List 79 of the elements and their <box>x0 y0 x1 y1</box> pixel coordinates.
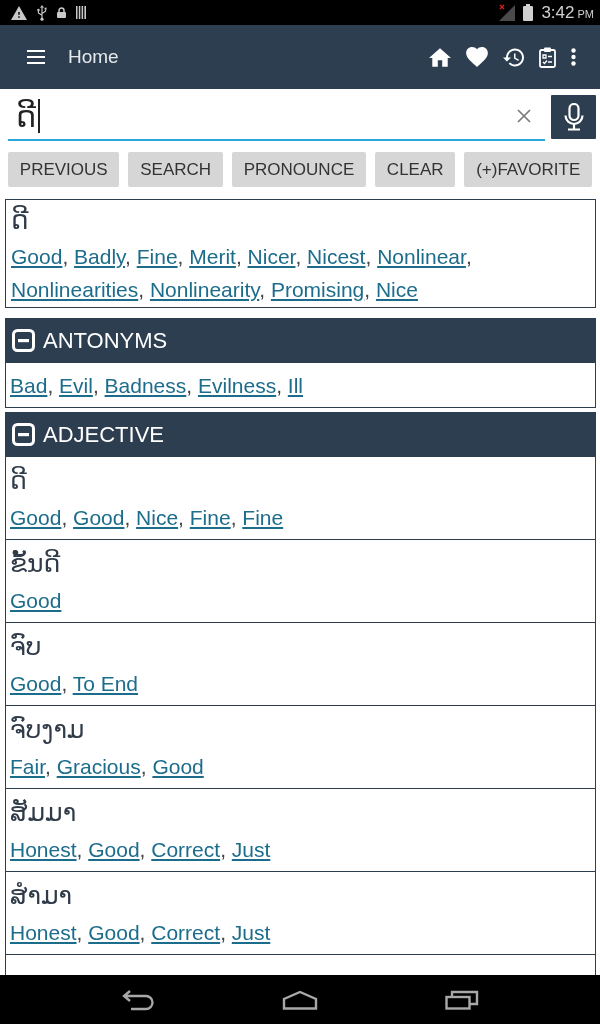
clipboard-icon[interactable] <box>539 46 556 68</box>
translation-link[interactable]: Merit <box>189 245 236 268</box>
no-signal-icon <box>499 4 516 21</box>
lao-word: ສຳມາ <box>10 880 74 911</box>
translation-list: Bad, Evil, Badness, Evilness, Ill <box>10 367 590 405</box>
translation-link[interactable]: Just <box>231 838 271 861</box>
back-icon[interactable] <box>121 988 155 1011</box>
translation-link[interactable]: Bad <box>10 374 48 397</box>
home-icon[interactable] <box>429 47 451 67</box>
translation-link[interactable]: Gracious <box>56 755 141 778</box>
heart-icon[interactable] <box>466 47 488 67</box>
barcode-icon <box>76 6 86 19</box>
translation-link[interactable]: Good <box>10 589 62 612</box>
action-button[interactable]: SEARCH <box>128 152 223 187</box>
warning-icon <box>11 5 27 20</box>
translation-link[interactable]: Nice <box>375 278 418 301</box>
lao-word: ຈົບ <box>10 631 43 662</box>
translation-link[interactable]: Fine <box>136 245 178 268</box>
translation-link[interactable]: Nicest <box>307 245 366 268</box>
translation-list: Good, Badly, Fine, Merit, Nicer, Nicest, Nonlinear, Nonlinearities, Nonlinearity, Promising, Nice <box>11 240 591 306</box>
translation-link[interactable]: Fair <box>10 755 45 778</box>
section-header[interactable]: ANTONYMS <box>5 318 596 363</box>
translation-list: Fair, Gracious, Good <box>10 748 590 786</box>
translation-list: Good, Good, Nice, Fine, Fine <box>10 499 590 537</box>
lock-icon <box>57 7 66 18</box>
translation-list: Good, To End <box>10 665 590 703</box>
translation-link[interactable]: Honest <box>10 838 77 861</box>
history-icon[interactable] <box>503 47 524 67</box>
translation-list: Honest, Good, Correct, Just <box>10 914 590 952</box>
translation-link[interactable]: Good <box>152 755 204 778</box>
status-time: 3:42 <box>541 2 575 23</box>
translation-link[interactable]: Good <box>73 506 125 529</box>
mic-button[interactable] <box>551 95 596 139</box>
translation-link[interactable]: Evilness <box>197 374 277 397</box>
translation-link[interactable]: Correct <box>151 921 221 944</box>
action-button[interactable]: PRONOUNCE <box>231 152 367 187</box>
app-title: Home <box>68 46 119 68</box>
microphone-icon <box>563 103 584 131</box>
translation-link[interactable]: Good <box>11 245 63 268</box>
translation-link[interactable]: Good <box>88 838 140 861</box>
translation-link[interactable]: Badly <box>74 245 126 268</box>
action-button[interactable]: (+)FAVORITE <box>464 152 593 187</box>
close-icon[interactable] <box>517 109 531 123</box>
translation-link[interactable]: Nonlinearities <box>11 278 139 301</box>
more-icon[interactable] <box>571 48 576 66</box>
lao-word: ດີ <box>10 465 28 496</box>
status-meridiem: PM <box>577 7 594 20</box>
translation-link[interactable]: Nicer <box>247 245 296 268</box>
lao-word: ສັມມາ <box>10 797 78 828</box>
battery-icon <box>523 4 534 21</box>
recent-apps-icon[interactable] <box>445 989 479 1010</box>
translation-link[interactable]: Nonlinearity <box>149 278 260 301</box>
translation-link[interactable]: Good <box>88 921 140 944</box>
search-field[interactable]: ດີ <box>8 93 545 141</box>
translation-link[interactable]: Just <box>231 921 271 944</box>
usb-icon <box>37 4 47 21</box>
translation-link[interactable]: Badness <box>104 374 187 397</box>
translation-link[interactable]: Good <box>10 672 62 695</box>
translation-link[interactable]: Fine <box>242 506 284 529</box>
translation-link[interactable]: Evil <box>59 374 93 397</box>
home-outline-icon[interactable] <box>282 989 318 1010</box>
text-cursor <box>38 99 41 133</box>
lao-word: ຂັ້ນດີ <box>10 548 62 579</box>
menu-icon[interactable] <box>27 50 45 64</box>
lao-word: ຈົບງາມ <box>10 714 86 746</box>
translation-link[interactable]: Nice <box>136 506 179 529</box>
lao-word: ດີ <box>11 204 30 237</box>
translation-link[interactable]: Good <box>10 506 62 529</box>
translation-link[interactable]: Promising <box>270 278 365 301</box>
action-button[interactable]: PREVIOUS <box>8 152 120 187</box>
translation-link[interactable]: Fine <box>189 506 231 529</box>
translation-link[interactable]: Nonlinear <box>377 245 466 268</box>
translation-link[interactable]: Honest <box>10 921 77 944</box>
action-button[interactable]: CLEAR <box>375 152 456 187</box>
section-header[interactable]: ADJECTIVE <box>5 412 596 457</box>
translation-list: Honest, Good, Correct, Just <box>10 831 590 869</box>
translation-link[interactable]: Correct <box>151 838 221 861</box>
translation-link[interactable]: To End <box>72 672 139 695</box>
translation-link[interactable]: Ill <box>287 374 303 397</box>
